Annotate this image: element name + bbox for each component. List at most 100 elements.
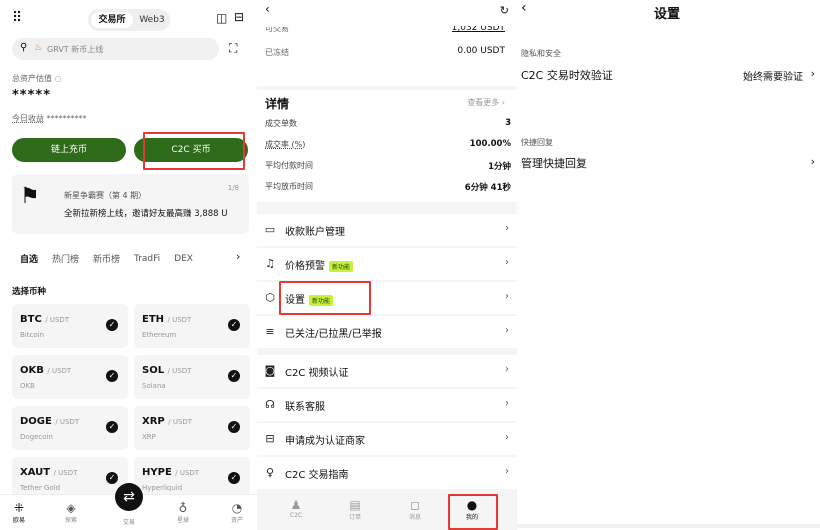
coin-name: Solana bbox=[142, 382, 166, 390]
menu-payment-accounts[interactable]: ▭ 收款账户管理 › bbox=[257, 214, 517, 246]
promo-title: 新星争霸赛（第 4 期） bbox=[64, 191, 147, 200]
scan-icon[interactable]: ⛶ bbox=[229, 41, 237, 56]
nav-trade[interactable]: ⇄ 交易 bbox=[114, 483, 144, 526]
camera-icon: ◙ bbox=[264, 364, 276, 377]
menu-price-alert[interactable]: ♫ 价格预警 新功能 › bbox=[257, 248, 517, 280]
menu-settings[interactable]: ⬡ 设置 新功能 › bbox=[257, 282, 517, 314]
bottom-bar bbox=[517, 524, 820, 528]
detail-value: 3 bbox=[505, 118, 511, 128]
search-placeholder: GRVT 新币上线 bbox=[47, 45, 104, 54]
coin-symbol: XRP bbox=[142, 416, 165, 427]
book-icon[interactable]: ◫ bbox=[216, 11, 227, 25]
coin-card[interactable]: OKB / USDT OKB ✓ bbox=[12, 355, 128, 399]
assets-label: 总资产估值 bbox=[12, 74, 52, 83]
market-tabs: 自选 热门榜 新币榜 TradFi DEX bbox=[20, 252, 207, 266]
mode-switch[interactable]: 交易所 Web3 bbox=[88, 9, 170, 31]
coin-quote: / USDT bbox=[167, 367, 192, 375]
menu-label: C2C 视频认证 bbox=[285, 368, 349, 379]
menu-label: 价格预警 bbox=[285, 261, 325, 272]
grid-menu-icon[interactable]: ⠿ bbox=[12, 10, 22, 26]
detail-key: 成交单数 bbox=[265, 119, 297, 128]
seg-web3[interactable]: Web3 bbox=[137, 12, 167, 28]
c2c-buy-button[interactable]: C2C 买币 bbox=[134, 138, 248, 162]
settings-panel: ‹ 设置 隐私和安全 C2C 交易时效验证 始终需要验证 › 快捷回复 管理快捷… bbox=[517, 0, 820, 530]
chevron-right-icon[interactable]: › bbox=[236, 250, 240, 263]
planet-icon: ♁ bbox=[178, 501, 188, 515]
check-icon[interactable]: ✓ bbox=[106, 370, 118, 382]
menu-follow-block[interactable]: ≡ 已关注/已拉黑/已举报 › bbox=[257, 316, 517, 348]
menu-label: 已关注/已拉黑/已举报 bbox=[285, 329, 382, 340]
chevron-right-icon: › bbox=[810, 155, 815, 168]
merchant-icon: ⊟ bbox=[265, 432, 275, 445]
check-icon[interactable]: ✓ bbox=[106, 472, 118, 484]
check-icon[interactable]: ✓ bbox=[228, 421, 240, 433]
nav-messages[interactable]: ◻ 消息 bbox=[402, 498, 428, 521]
coin-card[interactable]: XRP / USDT XRP ✓ bbox=[134, 406, 250, 450]
nav-c2c[interactable]: ♟ C2C bbox=[283, 498, 309, 519]
coin-card[interactable]: BTC / USDT Bitcoin ✓ bbox=[12, 304, 128, 348]
tab-hot[interactable]: 热门榜 bbox=[52, 252, 79, 265]
deposit-button[interactable]: 链上充币 bbox=[12, 138, 126, 162]
tab-favorites[interactable]: 自选 bbox=[20, 252, 38, 265]
chevron-right-icon: › bbox=[505, 325, 509, 336]
check-icon[interactable]: ✓ bbox=[228, 319, 240, 331]
menu-merchant-apply[interactable]: ⊟ 申请成为认证商家 › bbox=[257, 423, 517, 455]
coin-symbol: OKB bbox=[20, 365, 44, 376]
coin-quote: / USDT bbox=[167, 316, 192, 324]
nav-label: 星球 bbox=[176, 517, 189, 524]
check-icon[interactable]: ✓ bbox=[228, 370, 240, 382]
coin-symbol: ETH bbox=[142, 314, 165, 325]
explore-icon: ◈ bbox=[66, 501, 76, 515]
refresh-icon[interactable]: ↻ bbox=[500, 4, 509, 17]
check-icon[interactable]: ✓ bbox=[228, 472, 240, 484]
menu-label: C2C 交易指南 bbox=[285, 470, 349, 481]
follow-icon: ≡ bbox=[265, 325, 275, 338]
menu-video-verify[interactable]: ◙ C2C 视频认证 › bbox=[257, 355, 517, 387]
tab-new[interactable]: 新币榜 bbox=[93, 252, 120, 265]
nav-orders[interactable]: ▤ 订单 bbox=[342, 498, 368, 521]
tab-tradfi[interactable]: TradFi bbox=[134, 254, 160, 264]
check-icon[interactable]: ✓ bbox=[106, 319, 118, 331]
menu-contact-support[interactable]: ☊ 联系客服 › bbox=[257, 389, 517, 421]
section-title: 选择币种 bbox=[12, 287, 47, 297]
detail-row: 成交率 (%) 100.00% bbox=[265, 139, 511, 150]
coin-card[interactable]: ETH / USDT Ethereum ✓ bbox=[134, 304, 250, 348]
bottom-nav: ⁜ 欧易 ◈ 探索 ⇄ 交易 ♁ 星球 ◔ 资产 bbox=[0, 483, 257, 530]
nav-assets[interactable]: ◔ 资产 bbox=[222, 501, 252, 524]
card-icon: ▭ bbox=[264, 223, 276, 236]
nav-label: 我的 bbox=[465, 514, 478, 521]
nav-me[interactable]: ● 我的 bbox=[459, 498, 485, 521]
back-icon[interactable]: ‹ bbox=[521, 0, 527, 16]
income-value: ********** bbox=[46, 114, 87, 123]
tab-dex[interactable]: DEX bbox=[174, 254, 193, 264]
quick-reply-row[interactable]: 管理快捷回复 › bbox=[521, 155, 815, 173]
check-icon[interactable]: ✓ bbox=[106, 421, 118, 433]
nav-home[interactable]: ⁜ 欧易 bbox=[4, 501, 34, 524]
c2c-verify-label: C2C 交易时效验证 bbox=[521, 69, 613, 82]
coin-name: Hyperliquid bbox=[142, 484, 183, 492]
detail-key: 平均放币时间 bbox=[265, 182, 313, 191]
nav-explore[interactable]: ◈ 探索 bbox=[56, 501, 86, 524]
coin-quote: / USDT bbox=[168, 418, 193, 426]
fire-icon: ♨ bbox=[34, 43, 43, 53]
coin-card[interactable]: SOL / USDT Solana ✓ bbox=[134, 355, 250, 399]
coin-quote: / USDT bbox=[55, 418, 80, 426]
detail-key: 成交率 (%) bbox=[265, 140, 306, 149]
nav-planet[interactable]: ♁ 星球 bbox=[168, 501, 198, 524]
see-more-link[interactable]: 查看更多 › bbox=[467, 97, 505, 108]
search-bar[interactable]: ⚲ ♨ GRVT 新币上线 bbox=[12, 38, 219, 60]
c2c-verify-value: 始终需要验证 bbox=[743, 72, 803, 83]
coin-quote: / USDT bbox=[175, 469, 200, 477]
back-icon[interactable]: ‹ bbox=[265, 2, 270, 16]
nav-label: 订单 bbox=[348, 514, 361, 521]
seg-exchange[interactable]: 交易所 bbox=[91, 12, 133, 28]
eye-off-icon[interactable]: ◌ bbox=[55, 74, 62, 83]
privacy-section-label: 隐私和安全 bbox=[521, 49, 561, 58]
c2c-verify-row[interactable]: C2C 交易时效验证 始终需要验证 › bbox=[521, 67, 815, 85]
coin-quote: / USDT bbox=[45, 316, 70, 324]
promo-card[interactable]: ⚑ 新星争霸赛（第 4 期） 1/8 全新拉新榜上线，邀请好友最高赚 3,888… bbox=[12, 174, 249, 234]
menu-label: 申请成为认证商家 bbox=[285, 436, 365, 447]
coin-card[interactable]: DOGE / USDT Dogecoin ✓ bbox=[12, 406, 128, 450]
menu-trade-guide[interactable]: ♀ C2C 交易指南 › bbox=[257, 457, 517, 489]
support-icon[interactable]: ⊟ bbox=[234, 10, 244, 24]
